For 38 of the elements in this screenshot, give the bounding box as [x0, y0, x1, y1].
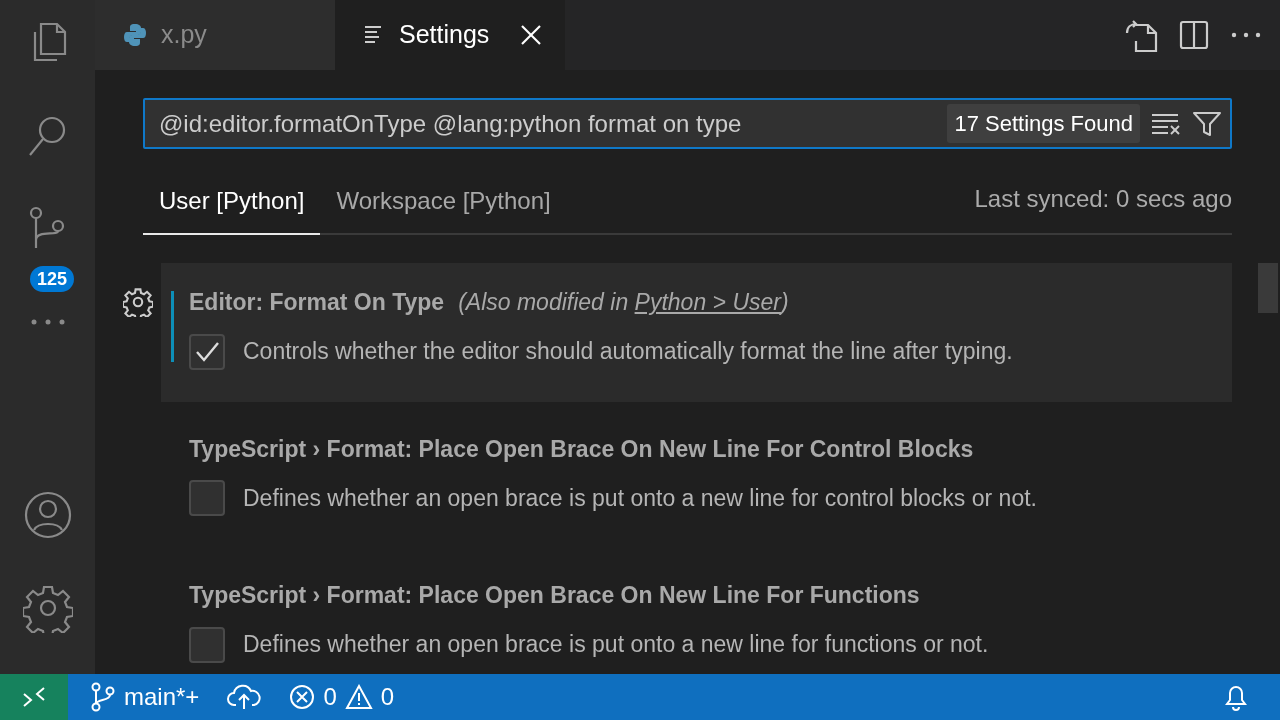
problems-button[interactable]: 0 0	[275, 674, 409, 720]
modified-note: (Also modified in Python > User)	[458, 288, 789, 317]
settings-icon[interactable]	[22, 583, 73, 633]
open-json-icon[interactable]	[1124, 17, 1160, 53]
search-input[interactable]: @id:editor.formatOnType @lang:python format on type	[157, 104, 938, 143]
editor-tab[interactable]: Settings	[335, 0, 565, 70]
editor-tab[interactable]: x.py	[95, 0, 335, 70]
scope-tab[interactable]: Workspace [Python]	[320, 183, 567, 235]
sync-status: Last synced: 0 secs ago	[974, 184, 1232, 214]
setting-title: TypeScript › Format: Place Open Brace On New Line For Control Blocks	[189, 434, 974, 464]
setting-description: Defines whether an open brace is put onto a new line for control blocks or not.	[243, 483, 1037, 513]
scrollbar-thumb[interactable]	[1258, 263, 1278, 313]
setting-description: Defines whether an open brace is put onto a new line for functions or not.	[243, 630, 989, 660]
scope-tab[interactable]: User [Python]	[143, 183, 321, 235]
setting-title: TypeScript › Format: Place Open Brace On New Line For Functions	[189, 581, 920, 610]
remote-button[interactable]	[0, 674, 68, 720]
error-icon	[289, 684, 316, 710]
checkbox[interactable]	[189, 626, 225, 663]
count-badge: 125	[30, 266, 75, 292]
cloud-upload-icon[interactable]	[227, 683, 262, 711]
checkbox[interactable]	[189, 333, 225, 370]
remote-icon	[21, 684, 47, 710]
account-icon[interactable]	[22, 490, 73, 540]
checkbox[interactable]	[189, 480, 225, 516]
setting-title: Editor: Format On Type	[189, 288, 445, 317]
setting-row[interactable]: TypeScript › Format: Place Open Brace On New Line For Control Blocks Defines whether an open brace is put onto a new line for control blocks or not.	[161, 409, 1232, 548]
gear-icon[interactable]	[123, 287, 153, 317]
search-bar[interactable]: @id:editor.formatOnType @lang:python format on type 17 Settings Found	[143, 98, 1232, 149]
results-count: 17 Settings Found	[947, 104, 1140, 143]
setting-description: Controls whether the editor should automatically format the line after typing.	[243, 337, 1013, 367]
filter-icon[interactable]	[1192, 109, 1222, 138]
branch-button[interactable]: main*+	[76, 674, 214, 720]
python-icon	[123, 23, 147, 47]
close-icon[interactable]	[519, 23, 543, 47]
tab-label: x.py	[161, 19, 207, 51]
warning-icon	[344, 684, 373, 710]
tab-label: Settings	[399, 19, 490, 51]
branch-icon	[90, 682, 116, 712]
